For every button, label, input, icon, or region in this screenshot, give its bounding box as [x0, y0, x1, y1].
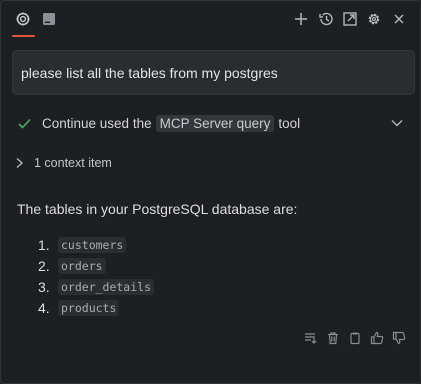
trash-icon[interactable] [325, 330, 341, 346]
tool-name-pill: MCP Server query [155, 114, 275, 132]
check-icon [18, 118, 32, 129]
list-item: 2. orders [38, 255, 154, 276]
copy-icon[interactable] [347, 330, 363, 346]
message-actions [303, 330, 407, 346]
user-prompt[interactable]: please list all the tables from my postg… [12, 50, 415, 95]
plus-icon[interactable] [292, 10, 310, 28]
table-name: customers [58, 236, 127, 253]
tool-call-suffix: tool [278, 115, 301, 131]
answer-intro: The tables in your PostgreSQL database a… [17, 201, 298, 217]
continue-logo-icon[interactable] [14, 10, 32, 28]
list-item: 4. products [38, 297, 154, 318]
terminal-icon[interactable] [40, 10, 58, 28]
tool-call-row[interactable]: Continue used the MCP Server query tool [18, 112, 410, 134]
list-number: 2. [38, 257, 50, 274]
table-name: order_details [58, 278, 155, 295]
chevron-down-icon[interactable] [390, 116, 404, 130]
thumbs-up-icon[interactable] [369, 330, 385, 346]
active-tab-indicator [12, 35, 35, 37]
list-item: 3. order_details [38, 276, 155, 297]
thumbs-down-icon[interactable] [391, 330, 407, 346]
list-number: 3. [38, 278, 50, 295]
table-name: products [58, 299, 120, 316]
context-items-toggle[interactable]: 1 context item [14, 154, 112, 172]
list-number: 1. [38, 236, 50, 253]
table-list: 1. customers 2. orders 3. order_details … [38, 234, 155, 318]
list-item: 1. customers [38, 234, 154, 255]
insert-icon[interactable] [303, 330, 319, 346]
close-icon[interactable] [390, 10, 408, 28]
history-icon[interactable] [317, 10, 335, 28]
chevron-right-icon [14, 157, 26, 169]
top-bar [0, 0, 421, 38]
user-prompt-text: please list all the tables from my postg… [21, 64, 278, 81]
tool-call-prefix: Continue used the [42, 115, 152, 131]
gear-icon[interactable] [365, 10, 383, 28]
context-items-label: 1 context item [34, 156, 112, 170]
list-number: 4. [38, 299, 50, 316]
open-external-icon[interactable] [341, 10, 359, 28]
table-name: orders [58, 257, 106, 274]
